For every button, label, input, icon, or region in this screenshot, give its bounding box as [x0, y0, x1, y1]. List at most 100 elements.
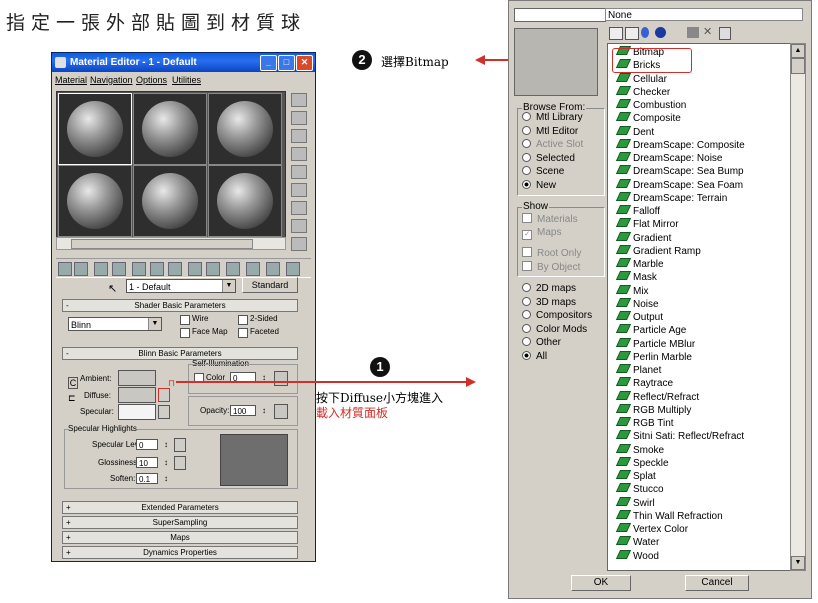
specular-level-spinner[interactable]: 0: [136, 439, 168, 450]
radio-icon[interactable]: [522, 337, 531, 346]
checkbox-icon[interactable]: [522, 247, 532, 257]
map-list-item[interactable]: Swirl: [615, 496, 655, 510]
maps-list[interactable]: Bitmap Bricks Cellular Checker Combustion Com…: [607, 43, 791, 571]
map-list-item[interactable]: Speckle: [615, 456, 669, 470]
map-list-item[interactable]: Output: [615, 311, 663, 324]
wire-checkbox[interactable]: [180, 315, 190, 325]
shader-type-select[interactable]: Blinn ▼: [68, 317, 162, 331]
show-option[interactable]: By Object: [522, 261, 580, 273]
map-list-item[interactable]: Planet: [615, 364, 661, 377]
scrollbar-thumb[interactable]: [71, 239, 253, 249]
map-list-item[interactable]: Wood: [615, 549, 659, 563]
go-to-parent-icon[interactable]: [246, 262, 260, 276]
delete-icon[interactable]: ✕: [703, 25, 715, 38]
radio-icon[interactable]: [522, 310, 531, 319]
checkbox-icon[interactable]: [522, 261, 532, 271]
sample-slot-4[interactable]: [58, 165, 132, 237]
options-icon[interactable]: [291, 201, 307, 215]
map-list-item[interactable]: Particle MBlur: [615, 337, 695, 351]
map-list-item[interactable]: DreamScape: Noise: [615, 152, 722, 165]
map-list-item[interactable]: Sitni Sati: Reflect/Refract: [615, 430, 744, 443]
radio-icon[interactable]: [522, 112, 531, 121]
glossiness-map-button[interactable]: [174, 456, 186, 470]
map-list-item[interactable]: DreamScape: Sea Bump: [615, 165, 744, 178]
put-to-scene-icon[interactable]: [74, 262, 88, 276]
pick-material-icon[interactable]: ↖: [108, 282, 117, 295]
rollout-maps[interactable]: + Maps: [62, 531, 298, 544]
sample-slot-5[interactable]: [133, 165, 207, 237]
map-list-item[interactable]: Flat Mirror: [615, 218, 679, 231]
specular-color-swatch[interactable]: [118, 404, 156, 420]
map-list-item[interactable]: Thin Wall Refraction: [615, 509, 723, 523]
make-preview-icon[interactable]: [291, 183, 307, 197]
specular-level-map-button[interactable]: [174, 438, 186, 452]
browse-from-option[interactable]: Mtl Editor: [522, 125, 578, 137]
scrollbar-thumb[interactable]: [791, 58, 805, 74]
map-list-item[interactable]: Particle Age: [615, 324, 686, 337]
map-list-item[interactable]: Combustion: [615, 99, 686, 112]
map-list-item[interactable]: DreamScape: Terrain: [615, 191, 727, 205]
assign-to-selection-icon[interactable]: [94, 262, 108, 276]
map-list-item[interactable]: Falloff: [615, 205, 660, 218]
make-unique-icon[interactable]: [150, 262, 164, 276]
sample-slot-6[interactable]: [208, 165, 282, 237]
material-type-button[interactable]: Standard: [242, 277, 298, 293]
map-list-item[interactable]: Mix: [615, 284, 649, 298]
maximize-button[interactable]: □: [278, 55, 295, 71]
show-option[interactable]: ✓ Maps: [522, 227, 561, 240]
show-map-in-viewport-icon[interactable]: [206, 262, 220, 276]
lock-ambient-diffuse-icon[interactable]: C: [68, 377, 78, 389]
put-to-library-icon[interactable]: [168, 262, 182, 276]
select-by-material-icon[interactable]: [291, 219, 307, 233]
map-list-item[interactable]: Vertex Color: [615, 523, 688, 536]
radio-icon[interactable]: [522, 323, 531, 333]
menu-utilities[interactable]: Utilities: [172, 75, 201, 85]
category-option[interactable]: 3D maps: [522, 296, 576, 308]
map-list-item[interactable]: Dent: [615, 125, 654, 139]
glossiness-spinner[interactable]: 10: [136, 457, 168, 468]
rollout-dynamics-properties[interactable]: + Dynamics Properties: [62, 546, 298, 559]
make-copy-icon[interactable]: [132, 262, 146, 276]
material-effects-channel-icon[interactable]: [188, 262, 202, 276]
face-map-checkbox[interactable]: [180, 328, 190, 338]
sample-slot-1[interactable]: [58, 93, 132, 165]
diffuse-color-swatch[interactable]: [118, 387, 156, 403]
browse-from-option[interactable]: Mtl Library: [522, 112, 583, 123]
browse-from-option[interactable]: Scene: [522, 166, 564, 177]
show-end-result-icon[interactable]: [226, 262, 240, 276]
radio-icon[interactable]: [522, 296, 531, 306]
browse-from-option[interactable]: Selected: [522, 152, 575, 164]
background-icon[interactable]: [291, 129, 307, 143]
browser-search-field[interactable]: [514, 8, 606, 22]
sample-slot-3[interactable]: [208, 93, 282, 165]
radio-icon[interactable]: [522, 350, 531, 360]
cancel-button[interactable]: Cancel: [685, 575, 749, 591]
map-list-item[interactable]: Gradient: [615, 231, 671, 245]
uv-tiling-icon[interactable]: [291, 147, 307, 161]
category-option[interactable]: Other: [522, 337, 561, 348]
map-list-item[interactable]: DreamScape: Sea Foam: [615, 178, 743, 192]
chevron-down-icon[interactable]: ▼: [222, 280, 235, 292]
lock-icon[interactable]: ⊓: [168, 378, 175, 389]
radio-icon[interactable]: [522, 283, 531, 292]
map-list-item[interactable]: Raytrace: [615, 377, 673, 390]
map-list-item[interactable]: Perlin Marble: [615, 350, 692, 364]
browse-from-option[interactable]: New: [522, 179, 556, 191]
category-option[interactable]: All: [522, 350, 547, 362]
view-large-icons-icon[interactable]: [655, 27, 666, 38]
view-list-icons-icon[interactable]: [625, 27, 639, 40]
map-list-item[interactable]: RGB Multiply: [615, 403, 691, 417]
soften-spinner[interactable]: 0.1: [136, 473, 168, 484]
map-list-item[interactable]: Composite: [615, 112, 681, 125]
show-option[interactable]: Root Only: [522, 247, 581, 259]
rollout-blinn-basic-parameters[interactable]: - Blinn Basic Parameters: [62, 347, 298, 360]
close-button[interactable]: ✕: [296, 55, 313, 71]
backlight-icon[interactable]: [291, 111, 307, 125]
diffuse-map-button[interactable]: [158, 388, 170, 402]
category-option[interactable]: 2D maps: [522, 283, 576, 294]
view-small-icons-icon[interactable]: [641, 27, 649, 38]
checkbox-icon[interactable]: [522, 213, 532, 223]
two-sided-checkbox[interactable]: [238, 315, 248, 325]
menu-options[interactable]: Options: [136, 75, 167, 85]
slots-horizontal-scrollbar[interactable]: [56, 237, 286, 250]
